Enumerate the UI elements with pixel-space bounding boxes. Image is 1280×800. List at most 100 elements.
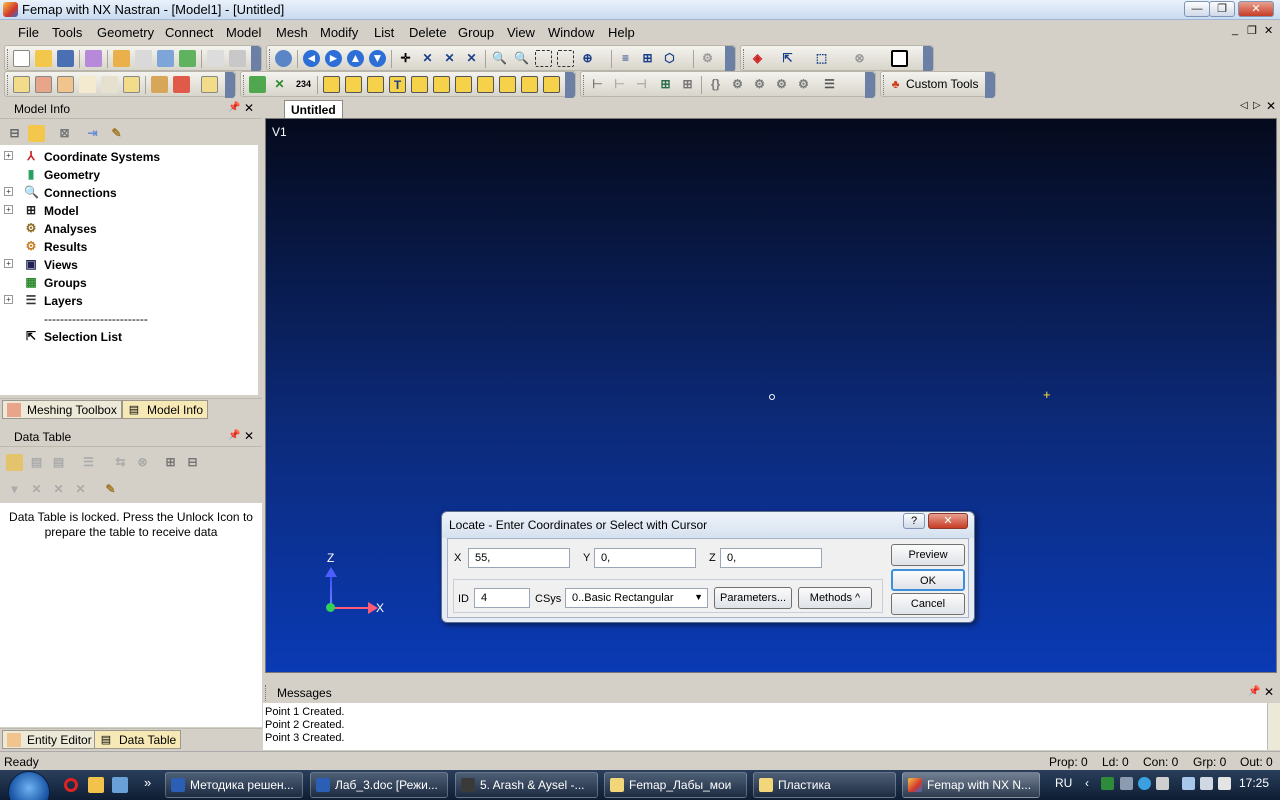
tab-model-info[interactable]: ▤ Model Info — [122, 400, 209, 419]
title-bar[interactable]: Femap with NX Nastran - [Model1] - [Unti… — [0, 0, 1280, 20]
document-close-icon[interactable]: ✕ — [1266, 99, 1276, 113]
curve-icon[interactable] — [345, 76, 362, 93]
toolbar-overflow-button[interactable] — [251, 46, 261, 72]
taskbar-item[interactable]: 5. Arash & Aysel -... — [455, 772, 598, 798]
scale-y-icon[interactable]: ✕ — [441, 50, 458, 67]
new-icon[interactable] — [13, 50, 30, 67]
clock[interactable]: 17:25 — [1239, 776, 1269, 790]
ok-button[interactable]: OK — [891, 569, 965, 591]
menu-window[interactable]: Window — [548, 25, 594, 40]
skype-icon[interactable] — [1138, 777, 1151, 790]
mesh-size-icon[interactable]: ⊢ — [611, 76, 628, 93]
taskbar-item[interactable]: Лаб_3.doc [Режи... — [310, 772, 448, 798]
toolbar-overflow-button[interactable] — [725, 46, 735, 72]
preferences-icon[interactable] — [85, 50, 102, 67]
autoscale-icon[interactable] — [557, 50, 574, 67]
mesh-table-icon[interactable]: ⊞ — [679, 76, 696, 93]
action-center-icon[interactable] — [1200, 777, 1213, 790]
network-icon[interactable] — [1182, 777, 1195, 790]
toolbar-overflow-button[interactable] — [565, 72, 575, 98]
dialog-title-bar[interactable]: Locate - Enter Coordinates or Select wit… — [442, 512, 974, 538]
id-input[interactable]: 4 — [474, 588, 530, 608]
expand-icon[interactable]: + — [4, 205, 13, 214]
expand-icon[interactable]: + — [4, 187, 13, 196]
menu-connect[interactable]: Connect — [165, 25, 213, 40]
zoom-in-icon[interactable]: 🔍 — [491, 50, 508, 67]
dt-filter2-icon[interactable]: ✕ — [28, 481, 45, 498]
data-table-pin-icon[interactable]: 📌 — [228, 430, 240, 441]
taskbar-item[interactable]: Методика решен... — [165, 772, 303, 798]
model-info-close-icon[interactable]: ✕ — [244, 101, 254, 115]
mdi-close-button[interactable]: ✕ — [1264, 24, 1273, 37]
opera-icon[interactable] — [64, 778, 78, 792]
save-icon[interactable] — [57, 50, 74, 67]
menu-list[interactable]: List — [374, 25, 394, 40]
mesh-gear-icon[interactable]: ⚙ — [729, 76, 746, 93]
api-pane-icon[interactable] — [101, 76, 118, 93]
menu-modify[interactable]: Modify — [320, 25, 358, 40]
model-info-pane-icon[interactable] — [13, 76, 30, 93]
dialog-close-button[interactable]: ✕ — [928, 513, 968, 529]
grid-icon[interactable] — [157, 50, 174, 67]
dt-filter4-icon[interactable]: ✕ — [72, 481, 89, 498]
surface-icon[interactable] — [367, 76, 384, 93]
pan-right-icon[interactable]: ► — [325, 50, 342, 67]
dt-sort-icon[interactable]: ☰ — [80, 454, 97, 471]
menu-delete[interactable]: Delete — [409, 25, 447, 40]
entity-hide-icon[interactable]: ✕ — [271, 76, 288, 93]
menu-view[interactable]: View — [507, 25, 535, 40]
preview-button[interactable]: Preview — [891, 544, 965, 566]
window-icon[interactable] — [891, 50, 908, 67]
csys-select[interactable]: 0..Basic Rectangular ▼ — [565, 588, 708, 608]
dialog-help-button[interactable]: ? — [903, 513, 925, 529]
messages-scrollbar[interactable] — [1267, 703, 1280, 750]
tree-visibility-icon[interactable]: ✎ — [108, 125, 125, 142]
unlock-icon[interactable] — [6, 454, 23, 471]
menu-model[interactable]: Model — [226, 25, 261, 40]
z-coordinate-input[interactable]: 0, — [720, 548, 822, 568]
menu-group[interactable]: Group — [458, 25, 494, 40]
tree-move-icon[interactable]: ⇥ — [84, 125, 101, 142]
property-icon[interactable] — [521, 76, 538, 93]
tray-remove-icon[interactable] — [1156, 777, 1169, 790]
zoom-out-icon[interactable]: 🔍 — [513, 50, 530, 67]
zoom-window-icon[interactable] — [535, 50, 552, 67]
toolbar-overflow-button[interactable] — [923, 46, 933, 72]
print-preview-icon[interactable] — [207, 50, 224, 67]
charting-icon[interactable] — [173, 76, 190, 93]
y-coordinate-input[interactable]: 0, — [594, 548, 696, 568]
messages-pane-icon[interactable] — [201, 76, 218, 93]
taskbar-item[interactable]: Пластика — [753, 772, 896, 798]
expand-icon[interactable]: + — [4, 151, 13, 160]
magnify-dropdown-icon[interactable]: ⊕ — [579, 50, 596, 67]
entity-editor-icon[interactable] — [57, 76, 74, 93]
custom-tools-label[interactable]: Custom Tools — [906, 77, 978, 91]
text-icon[interactable]: T — [389, 76, 406, 93]
tree-folder-icon[interactable] — [28, 125, 45, 142]
tab-scroll-right-icon[interactable]: ▷ — [1253, 100, 1261, 111]
tab-meshing-toolbox[interactable]: Meshing Toolbox — [2, 400, 122, 419]
language-indicator[interactable]: RU — [1055, 776, 1072, 790]
renumber-icon[interactable]: 234 — [295, 76, 312, 93]
taskbar-item-active[interactable]: Femap with NX N... — [902, 772, 1040, 798]
x-coordinate-input[interactable]: 55, — [468, 548, 570, 568]
data-table-close-icon[interactable]: ✕ — [244, 429, 254, 443]
mesh-list-icon[interactable]: ☰ — [821, 76, 838, 93]
scale-z-icon[interactable]: ✕ — [463, 50, 480, 67]
start-button[interactable] — [8, 771, 50, 800]
tray-app-icon[interactable] — [1101, 777, 1114, 790]
scale-icon[interactable]: ✕ — [419, 50, 436, 67]
model-info-pin-icon[interactable]: 📌 — [228, 102, 240, 113]
toolbar-overflow-button[interactable] — [225, 72, 235, 98]
restore-button[interactable]: ❐ — [1209, 1, 1235, 17]
dt-copy-icon[interactable]: ▤ — [28, 454, 45, 471]
dt-filter-icon[interactable]: ▾ — [6, 481, 23, 498]
tab-data-table[interactable]: ▤ Data Table — [94, 730, 182, 749]
close-button[interactable]: ✕ — [1238, 1, 1274, 17]
toolbar-overflow-button[interactable] — [865, 72, 875, 98]
tab-entity-editor[interactable]: Entity Editor — [2, 730, 97, 749]
mesh-gear2-icon[interactable]: ⚙ — [751, 76, 768, 93]
dt-columns-icon[interactable]: ⊞ — [162, 454, 179, 471]
messages-close-icon[interactable]: ✕ — [1264, 685, 1274, 699]
cancel-button[interactable]: Cancel — [891, 593, 965, 615]
